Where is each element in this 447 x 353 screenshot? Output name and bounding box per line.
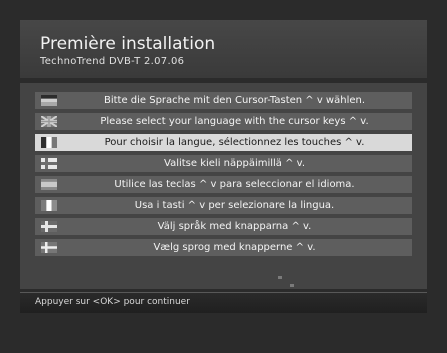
language-item-label: Vælg sprog med knapperne ^ v. <box>153 242 316 253</box>
language-item-label: Please select your language with the cur… <box>100 116 369 127</box>
continue-hint: Appuyer sur <OK> pour continuer <box>35 297 190 307</box>
language-item-label: Usa i tasti ^ v per selezionare la lingu… <box>134 200 335 211</box>
swedish-flag-icon <box>41 221 57 232</box>
device-version-subtitle: TechnoTrend DVB-T 2.07.06 <box>40 56 185 67</box>
language-list: Bitte die Sprache mit den Cursor-Tasten … <box>35 92 412 260</box>
page-title: Première installation <box>40 34 216 54</box>
language-list-panel: Bitte die Sprache mit den Cursor-Tasten … <box>20 83 427 289</box>
spanish-flag-icon <box>41 179 57 190</box>
language-item-italian[interactable]: Usa i tasti ^ v per selezionare la lingu… <box>35 197 412 214</box>
language-item-finnish[interactable]: Valitse kieli näppäimillä ^ v. <box>35 155 412 172</box>
german-flag-icon <box>41 95 57 106</box>
language-item-label: Pour choisir la langue, sélectionnez les… <box>104 137 365 148</box>
language-item-german[interactable]: Bitte die Sprache mit den Cursor-Tasten … <box>35 92 412 109</box>
language-item-spanish[interactable]: Utilice las teclas ^ v para seleccionar … <box>35 176 412 193</box>
danish-flag-icon <box>41 242 57 253</box>
status-bar: Appuyer sur <OK> pour continuer <box>20 292 427 313</box>
header-panel: Première installation TechnoTrend DVB-T … <box>20 20 427 78</box>
language-item-label: Välj språk med knapparna ^ v. <box>157 221 312 232</box>
uk-flag-icon <box>41 116 57 127</box>
language-item-label: Bitte die Sprache mit den Cursor-Tasten … <box>103 95 366 106</box>
italian-flag-icon <box>41 200 57 211</box>
language-item-label: Utilice las teclas ^ v para seleccionar … <box>114 179 355 190</box>
french-flag-icon <box>41 137 57 148</box>
language-item-english[interactable]: Please select your language with the cur… <box>35 113 412 130</box>
language-item-label: Valitse kieli näppäimillä ^ v. <box>164 158 305 169</box>
language-item-swedish[interactable]: Välj språk med knapparna ^ v. <box>35 218 412 235</box>
language-item-french[interactable]: Pour choisir la langue, sélectionnez les… <box>35 134 412 151</box>
tv-osd-screen: Première installation TechnoTrend DVB-T … <box>0 0 447 353</box>
language-item-danish[interactable]: Vælg sprog med knapperne ^ v. <box>35 239 412 256</box>
finnish-flag-icon <box>41 158 57 169</box>
